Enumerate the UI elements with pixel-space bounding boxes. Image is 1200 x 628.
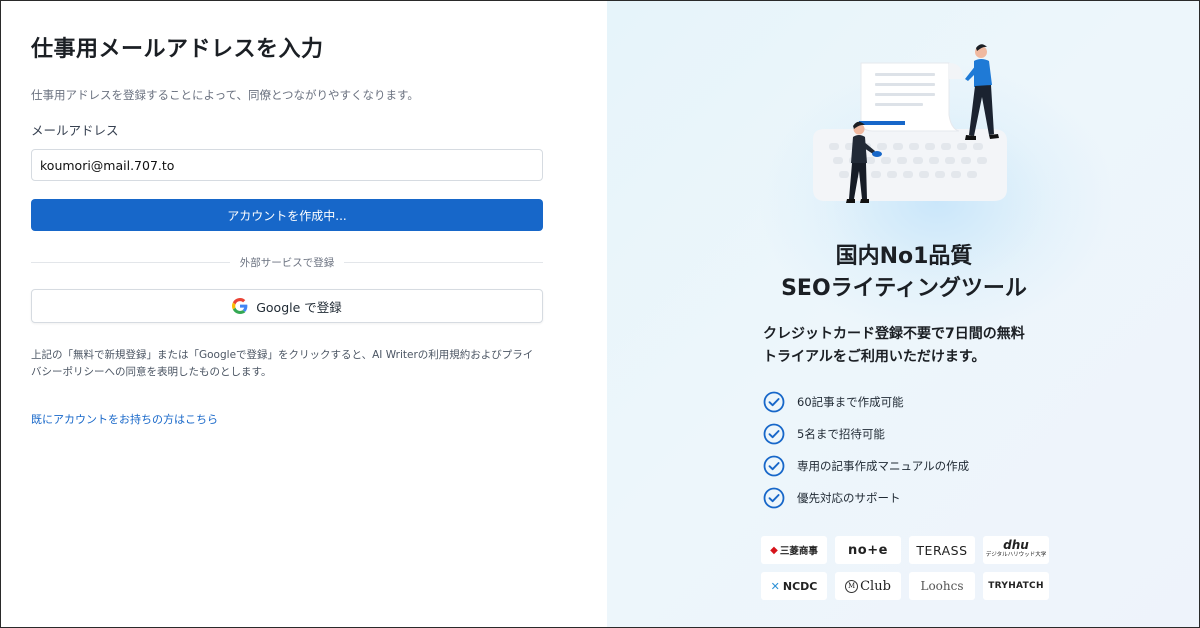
signup-form-panel: 仕事用メールアドレスを入力 仕事用アドレスを登録することによって、同僚とつながり…: [1, 1, 607, 627]
promo-headline: 国内No1品質 SEOライティングツール: [607, 241, 1199, 305]
google-signup-button[interactable]: Google で登録: [31, 289, 543, 323]
google-g-icon: [232, 298, 248, 314]
terms-notice: 上記の「無料で新規登録」または「Googleで登録」をクリックすると、AI Wr…: [31, 349, 534, 378]
logo-dhu: dhu デジタルハリウッド大学: [983, 536, 1049, 564]
mclub-circle-icon: M: [845, 579, 859, 593]
feature-item: 優先対応のサポート: [763, 487, 969, 509]
logo-mitsubishi-text: 三菱商事: [779, 546, 818, 557]
typewriter-illustration: [813, 44, 1007, 203]
logo-note: no+e: [835, 536, 901, 564]
check-circle-icon: [763, 487, 785, 509]
trial-message: クレジットカード登録不要で7日間の無料 トライアルをご利用いただけます。: [763, 323, 1083, 369]
logo-dhu-text: dhu: [1003, 538, 1029, 552]
logo-ncdc: ✕ NCDC: [761, 572, 827, 600]
check-circle-icon: [763, 423, 785, 445]
feature-item: 5名まで招待可能: [763, 423, 969, 445]
divider-line-left: [31, 261, 230, 263]
logo-tryhatch: TRYHATCH: [983, 572, 1049, 600]
logo-dhu-subtext: デジタルハリウッド大学: [985, 552, 1047, 558]
logo-terass: TERASS: [909, 536, 975, 564]
feature-label: 5名まで招待可能: [797, 427, 885, 441]
divider-line-right: [344, 261, 543, 263]
page-title: 仕事用メールアドレスを入力: [31, 37, 324, 62]
signup-page: 仕事用メールアドレスを入力 仕事用アドレスを登録することによって、同僚とつながり…: [0, 0, 1200, 628]
check-circle-icon: [763, 455, 785, 477]
trial-message-line-1: クレジットカード登録不要で7日間の無料: [763, 326, 1025, 342]
feature-item: 60記事まで作成可能: [763, 391, 969, 413]
email-field[interactable]: [31, 149, 543, 181]
create-account-button[interactable]: アカウントを作成中...: [31, 199, 543, 231]
feature-label: 60記事まで作成可能: [797, 395, 904, 409]
headline-line-2: SEOライティングツール: [781, 276, 1027, 301]
logo-club-text: Club: [860, 578, 891, 594]
ncdc-mark-icon: ✕: [770, 579, 780, 593]
logo-loohcs: Loohcs: [909, 572, 975, 600]
feature-list: 60記事まで作成可能 5名まで招待可能 専用の記事作成マニュアルの作成 優先対応…: [763, 391, 969, 519]
existing-account-login-link[interactable]: 既にアカウントをお持ちの方はこちら: [31, 411, 218, 427]
headline-line-1: 国内No1品質: [835, 244, 973, 269]
external-services-divider: 外部サービスで登録: [31, 255, 543, 269]
page-subtitle: 仕事用アドレスを登録することによって、同僚とつながりやすくなります。: [31, 88, 419, 102]
trial-message-line-2: トライアルをご利用いただけます。: [763, 349, 986, 365]
divider-text: 外部サービスで登録: [239, 256, 335, 269]
logo-ncdc-text: NCDC: [782, 579, 818, 593]
promo-panel: 国内No1品質 SEOライティングツール クレジットカード登録不要で7日間の無料…: [607, 1, 1199, 627]
logo-mitsubishi: ◆ 三菱商事: [761, 536, 827, 564]
logo-mclub: M Club: [835, 572, 901, 600]
google-signup-label: Google で登録: [256, 299, 342, 315]
client-logos: ◆ 三菱商事 no+e TERASS dhu デジタルハリウッド大学 ✕ NCD…: [761, 536, 1049, 600]
feature-label: 専用の記事作成マニュアルの作成: [797, 459, 970, 473]
mitsubishi-diamond-icon: ◆: [770, 544, 778, 556]
check-circle-icon: [763, 391, 785, 413]
feature-item: 専用の記事作成マニュアルの作成: [763, 455, 969, 477]
email-label: メールアドレス: [31, 123, 119, 138]
feature-label: 優先対応のサポート: [797, 491, 901, 505]
